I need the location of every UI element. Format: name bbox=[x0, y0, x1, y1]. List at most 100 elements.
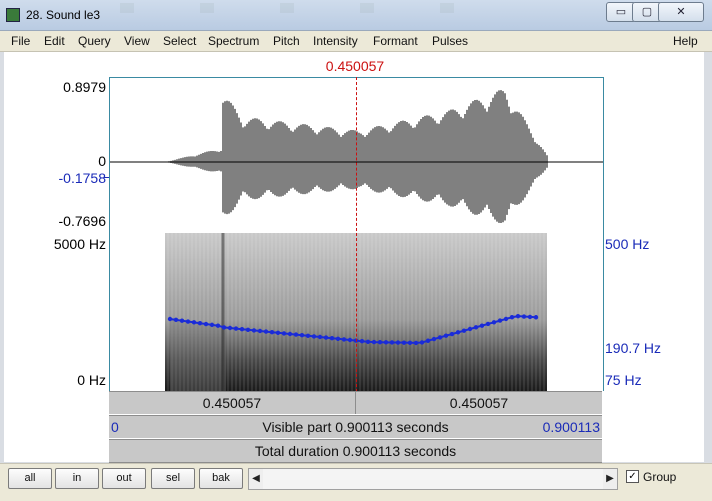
visible-end: 0.900113 bbox=[542, 419, 600, 435]
menu-formant[interactable]: Formant bbox=[373, 34, 418, 48]
title-bar[interactable]: 28. Sound le3 ▭ ▢ ✕ bbox=[0, 0, 712, 31]
pitch-point bbox=[305, 333, 311, 338]
pitch-point bbox=[299, 333, 305, 338]
pitch-point bbox=[413, 340, 419, 346]
close-button[interactable]: ✕ bbox=[658, 2, 704, 22]
menu-file[interactable]: File bbox=[11, 34, 30, 48]
maximize-icon: ▢ bbox=[641, 6, 653, 18]
pitch-point bbox=[203, 321, 209, 327]
menu-intensity[interactable]: Intensity bbox=[313, 34, 358, 48]
pitch-point bbox=[485, 321, 491, 327]
visible-part-row[interactable]: 0 Visible part 0.900113 seconds 0.900113 bbox=[109, 415, 602, 438]
pitch-point bbox=[521, 314, 527, 319]
time-left-segment[interactable]: 0.450057 bbox=[109, 392, 355, 414]
visible-part-label: Visible part 0.900113 seconds bbox=[262, 419, 449, 435]
pitch-point bbox=[269, 330, 275, 335]
pitch-point bbox=[341, 337, 347, 342]
pitch-point bbox=[359, 339, 365, 344]
menu-edit[interactable]: Edit bbox=[44, 34, 65, 48]
pitch-point bbox=[527, 314, 533, 320]
pitch-point bbox=[419, 340, 425, 345]
close-icon: ✕ bbox=[676, 6, 686, 18]
menu-help[interactable]: Help bbox=[673, 34, 698, 48]
pitch-point bbox=[317, 334, 323, 340]
menu-query[interactable]: Query bbox=[78, 34, 111, 48]
pitch-point bbox=[497, 318, 503, 323]
pitch-point bbox=[167, 316, 173, 322]
pitch-point bbox=[173, 317, 179, 323]
selection-time-row[interactable]: 0.450057 0.450057 bbox=[109, 391, 602, 414]
waveform-y-value: -0.1758 bbox=[58, 170, 106, 186]
time-right-segment[interactable]: 0.450057 bbox=[356, 392, 602, 414]
menu-pulses[interactable]: Pulses bbox=[432, 34, 468, 48]
pitch-point bbox=[185, 319, 191, 324]
total-duration-label: Total duration 0.900113 seconds bbox=[254, 443, 457, 459]
time-scrollbar[interactable]: ◀ ▶ bbox=[248, 468, 618, 490]
window-title: 28. Sound le3 bbox=[26, 8, 101, 22]
pitch-axis-value: 190.7 Hz bbox=[605, 340, 662, 356]
zoom-sel-button[interactable]: sel bbox=[151, 468, 195, 489]
waveform-y-max: 0.8979 bbox=[63, 79, 106, 95]
pitch-point bbox=[245, 327, 251, 332]
pitch-point bbox=[335, 336, 341, 341]
zoom-back-button[interactable]: bak bbox=[199, 468, 243, 489]
pitch-point bbox=[239, 327, 245, 332]
pitch-point bbox=[533, 315, 539, 320]
pitch-point bbox=[503, 316, 509, 322]
waveform-y-zero: 0 bbox=[98, 153, 106, 169]
pitch-point bbox=[215, 323, 221, 328]
menu-select[interactable]: Select bbox=[163, 34, 196, 48]
menu-view[interactable]: View bbox=[124, 34, 150, 48]
zoom-all-button[interactable]: all bbox=[8, 468, 52, 489]
pitch-point bbox=[275, 330, 281, 335]
time-cursor[interactable] bbox=[356, 77, 357, 392]
scroll-right-icon[interactable]: ▶ bbox=[603, 469, 617, 489]
pitch-point bbox=[251, 328, 257, 333]
pitch-point bbox=[461, 328, 467, 333]
total-duration-row[interactable]: Total duration 0.900113 seconds bbox=[109, 439, 602, 463]
window-frame-edge bbox=[704, 52, 712, 463]
pitch-point bbox=[407, 340, 413, 345]
zoom-out-button[interactable]: out bbox=[102, 468, 146, 489]
background-window-ghost bbox=[110, 0, 530, 28]
menu-pitch[interactable]: Pitch bbox=[273, 34, 300, 48]
cursor-time-label: 0.450057 bbox=[325, 58, 385, 74]
pitch-point bbox=[491, 320, 497, 325]
pitch-point bbox=[473, 325, 479, 330]
pitch-point bbox=[233, 326, 239, 331]
pitch-axis-bottom: 75 Hz bbox=[605, 372, 642, 388]
pitch-point bbox=[191, 320, 197, 325]
zoom-in-button[interactable]: in bbox=[55, 468, 99, 489]
spectrogram-onset-noise bbox=[170, 319, 226, 391]
pitch-point bbox=[377, 340, 383, 345]
pitch-point bbox=[257, 328, 263, 334]
pitch-point bbox=[431, 336, 437, 342]
pitch-point bbox=[479, 323, 485, 328]
bottom-toolbar: all in out sel bak ◀ ▶ ✓ Group bbox=[0, 463, 712, 501]
pitch-axis-top: 500 Hz bbox=[605, 236, 650, 252]
pitch-point bbox=[467, 326, 473, 332]
pitch-point bbox=[389, 340, 395, 345]
pitch-point bbox=[179, 318, 185, 323]
pitch-point bbox=[401, 340, 407, 345]
pitch-point bbox=[437, 335, 443, 340]
visible-start: 0 bbox=[111, 419, 119, 435]
pitch-point bbox=[371, 339, 377, 345]
pitch-point bbox=[227, 325, 233, 331]
scroll-track[interactable] bbox=[263, 469, 603, 489]
pitch-point bbox=[209, 322, 215, 328]
pitch-point bbox=[425, 338, 431, 343]
pitch-point bbox=[293, 332, 299, 337]
pitch-point bbox=[329, 336, 335, 341]
scroll-left-icon[interactable]: ◀ bbox=[249, 469, 263, 489]
pitch-point bbox=[323, 335, 329, 340]
pitch-point bbox=[383, 340, 389, 345]
sound-app-icon bbox=[6, 8, 20, 22]
pitch-point bbox=[443, 333, 449, 338]
pitch-point bbox=[365, 339, 371, 344]
waveform-y-min: -0.7696 bbox=[58, 213, 106, 229]
pitch-point bbox=[263, 329, 269, 334]
menu-bar: File Edit Query View Select Spectrum Pit… bbox=[0, 31, 712, 52]
menu-spectrum[interactable]: Spectrum bbox=[208, 34, 259, 48]
group-checkbox[interactable]: ✓ bbox=[626, 470, 639, 483]
